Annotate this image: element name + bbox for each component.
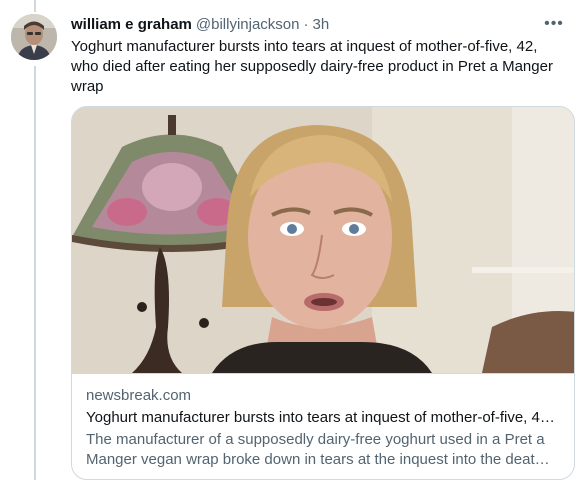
more-options-icon[interactable]: ••• — [542, 13, 566, 35]
avatar-photo — [11, 14, 57, 60]
link-card[interactable]: newsbreak.com Yoghurt manufacturer burst… — [71, 106, 575, 480]
link-card-title: Yoghurt manufacturer bursts into tears a… — [86, 409, 560, 426]
link-card-text[interactable]: newsbreak.com Yoghurt manufacturer burst… — [72, 373, 574, 470]
news-photo — [72, 107, 574, 373]
timestamp[interactable]: 3h — [313, 16, 330, 33]
link-card-image[interactable] — [72, 107, 574, 373]
thread-line-top — [34, 0, 36, 12]
tweet-text: Yoghurt manufacturer bursts into tears a… — [71, 38, 553, 95]
link-card-domain: newsbreak.com — [86, 387, 192, 404]
link-card-description: The manufacturer of a supposedly dairy-f… — [86, 431, 545, 468]
tweet-header: william e graham @billyinjackson · 3h ••… — [71, 13, 566, 35]
author-handle[interactable]: @billyinjackson — [196, 16, 300, 33]
thread-line — [34, 66, 36, 480]
separator-dot: · — [303, 15, 309, 33]
avatar[interactable] — [11, 14, 57, 60]
author-name[interactable]: william e graham — [71, 16, 192, 33]
